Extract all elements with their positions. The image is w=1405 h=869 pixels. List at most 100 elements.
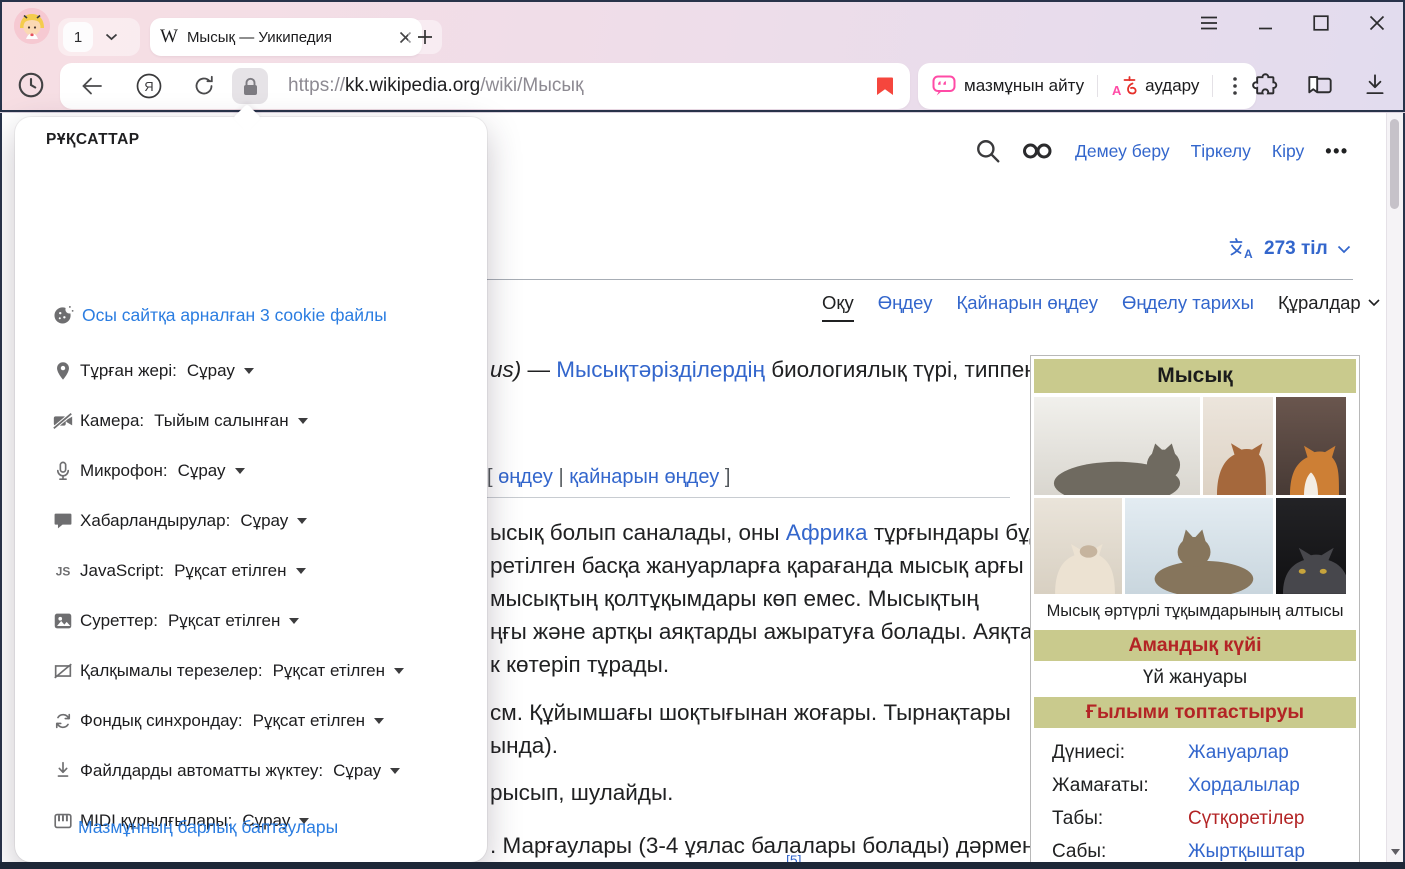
minimize-button[interactable]: [1254, 12, 1276, 34]
reload-icon[interactable]: [192, 74, 216, 98]
permission-row-camera[interactable]: Камера: Тыйым салынған: [15, 396, 487, 446]
language-selector[interactable]: A 273 тіл: [1228, 237, 1351, 261]
cookies-row[interactable]: Осы сайтқа арналған 3 cookie файлы: [52, 300, 387, 330]
more-actions-kebab-icon[interactable]: [1232, 76, 1238, 96]
cat-photo-gray[interactable]: [1276, 498, 1346, 594]
collections-button[interactable]: [1306, 72, 1334, 99]
browser-chrome: 1 W Мысық — Уикипедия: [0, 0, 1405, 113]
lock-icon: [242, 77, 259, 96]
auto-download-icon: [52, 760, 74, 782]
permission-row-javascript[interactable]: JS JavaScript: Рұқсат етілген: [15, 546, 487, 596]
downloads-button[interactable]: [1362, 72, 1388, 98]
read-aloud-button[interactable]: мазмұнын айту: [964, 76, 1084, 96]
svg-text:Я: Я: [144, 79, 153, 94]
register-link[interactable]: Тіркелу: [1191, 141, 1251, 162]
maximize-button[interactable]: [1310, 12, 1332, 34]
new-tab-button[interactable]: [408, 20, 442, 54]
dropdown-caret[interactable]: [390, 768, 400, 774]
dropdown-caret[interactable]: [235, 468, 245, 474]
permission-row-popups[interactable]: Қалқымалы терезелер: Рұқсат етілген: [15, 646, 487, 696]
profile-avatar[interactable]: [14, 8, 50, 44]
appearance-oo-icon[interactable]: [1022, 141, 1054, 161]
dropdown-caret[interactable]: [374, 718, 384, 724]
tab-edit[interactable]: Өңдеу: [878, 292, 933, 314]
cookies-link[interactable]: Осы сайтқа арналған 3 cookie файлы: [82, 305, 387, 326]
header-divider: [487, 279, 1353, 280]
permissions-panel-title: РҰҚСАТТАР: [46, 131, 140, 149]
dropdown-caret[interactable]: [394, 668, 404, 674]
paragraph-line: ысық болып саналады, оны Африка тұрғында…: [490, 520, 1068, 546]
cookie-icon: [52, 304, 74, 326]
login-link[interactable]: Кіру: [1272, 141, 1304, 162]
cat-photo-tabby-snow[interactable]: [1125, 498, 1273, 594]
wikipedia-header: Демеу беру Тіркелу Кіру •••: [975, 138, 1349, 164]
back-icon[interactable]: [80, 76, 104, 96]
extensions-button[interactable]: [1252, 72, 1279, 99]
permission-row-background-sync[interactable]: Фондық синхрондау: Рұқсат етілген: [15, 696, 487, 746]
tab-history[interactable]: Өңделу тарихы: [1122, 292, 1254, 314]
tab-edit-source[interactable]: Қайнарын өңдеу: [956, 292, 1097, 314]
tab-tools[interactable]: Құралдар: [1278, 292, 1380, 314]
language-count: 273 тіл: [1264, 238, 1328, 260]
taxobox: Мысық: [1030, 355, 1360, 869]
clock-icon: [16, 70, 46, 100]
menu-hamburger-button[interactable]: [1198, 12, 1220, 34]
scrollbar-down-button[interactable]: [1387, 844, 1403, 860]
tab-read[interactable]: Оқу: [822, 292, 854, 314]
africa-link[interactable]: Африка: [786, 520, 868, 545]
permission-row-location[interactable]: Тұрған жері: Сұрау: [15, 346, 487, 396]
cat-photo-tabby-lying[interactable]: [1034, 397, 1200, 495]
translate-button[interactable]: аудару: [1145, 76, 1199, 96]
edit-source-link[interactable]: қайнарын өңдеу: [569, 466, 719, 488]
cat-photo-orange-white[interactable]: [1276, 397, 1346, 495]
permission-row-auto-downloads[interactable]: Файлдарды автоматты жүктеу: Сұрау: [15, 746, 487, 796]
donate-link[interactable]: Демеу беру: [1075, 141, 1170, 162]
search-icon[interactable]: [975, 138, 1001, 164]
kingdom-link[interactable]: Жануарлар: [1188, 742, 1289, 764]
address-bar[interactable]: Я https://kk.wikipedia.org/wiki/Мысық: [60, 63, 910, 109]
cat-photo-abyssinian[interactable]: [1203, 397, 1273, 495]
history-button[interactable]: [16, 70, 46, 100]
cat-photo-siamese[interactable]: [1034, 498, 1122, 594]
url-scheme: https://: [288, 75, 345, 96]
permission-row-microphone[interactable]: Микрофон: Сұрау: [15, 446, 487, 496]
midi-piano-icon: [52, 810, 74, 832]
url-path: /wiki/Мысық: [480, 75, 583, 96]
edit-link[interactable]: өңдеу: [498, 466, 553, 488]
puzzle-icon: [1252, 72, 1279, 99]
order-link[interactable]: Жыртқыштар: [1188, 841, 1305, 863]
permission-row-images[interactable]: Суреттер: Рұқсат етілген: [15, 596, 487, 646]
phylum-link[interactable]: Хордалылар: [1188, 775, 1300, 797]
yandex-services-icon[interactable]: Я: [136, 73, 162, 99]
header-overflow-menu[interactable]: •••: [1325, 141, 1348, 162]
dropdown-caret[interactable]: [244, 368, 254, 374]
wikipedia-favicon: W: [160, 26, 178, 48]
tab-count-badge[interactable]: 1: [63, 22, 93, 52]
bookmark-flag-icon[interactable]: [876, 76, 894, 96]
url-text[interactable]: https://kk.wikipedia.org/wiki/Мысық: [288, 75, 583, 97]
taxonomy-row: Дүниесі: Жануарлар: [1052, 736, 1350, 769]
taxonomy-row: Жамағаты: Хордалылар: [1052, 769, 1350, 802]
permission-row-notifications[interactable]: Хабарландырулар: Сұрау: [15, 496, 487, 546]
browser-tab[interactable]: W Мысық — Уикипедия: [150, 18, 422, 56]
paragraph-line: ында).: [490, 733, 558, 759]
family-link[interactable]: Мысықтәрізділердің: [556, 357, 765, 382]
all-content-settings-link[interactable]: Мазмұнның барлық баптаулары: [78, 817, 338, 838]
site-permissions-lock-button[interactable]: [232, 68, 268, 104]
scrollbar-thumb[interactable]: [1390, 119, 1399, 209]
popups-icon: [52, 660, 74, 682]
dropdown-caret[interactable]: [297, 518, 307, 524]
dropdown-caret[interactable]: [296, 568, 306, 574]
tab-group-control[interactable]: 1: [58, 18, 140, 56]
read-aloud-icon[interactable]: [932, 75, 956, 97]
dropdown-caret[interactable]: [298, 418, 308, 424]
page-scrollbar[interactable]: [1386, 113, 1403, 862]
paragraph-line: ретілген басқа жануарларға қарағанда мыс…: [490, 553, 1024, 579]
dropdown-caret[interactable]: [289, 618, 299, 624]
close-window-button[interactable]: [1366, 12, 1388, 34]
class-link[interactable]: Сүтқоретілер: [1188, 808, 1304, 830]
infobox-caption: Мысық әртүрлі тұқымдарының алтысы: [1034, 597, 1356, 628]
translate-icon[interactable]: A: [1111, 74, 1137, 98]
paragraph-line: мысықтың қолтұқымдары көп емес. Мысықтың: [490, 586, 979, 612]
divider: [1097, 75, 1098, 97]
